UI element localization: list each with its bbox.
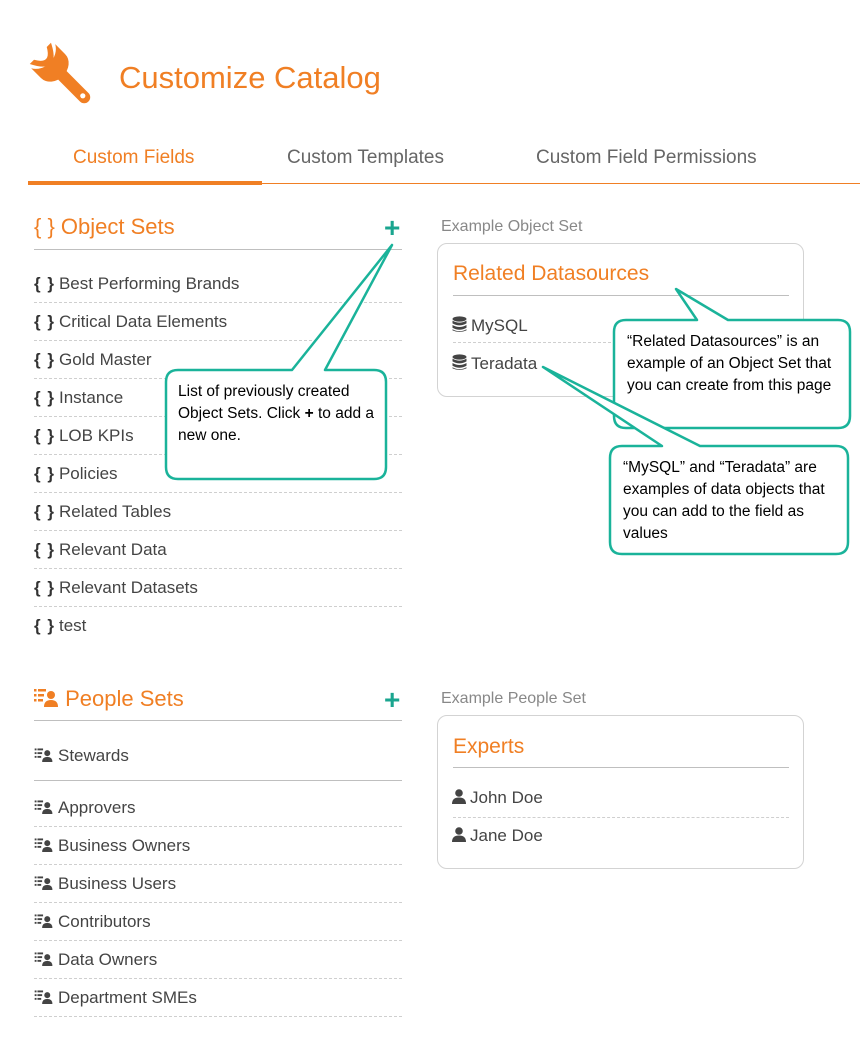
people-list-icon: [34, 952, 53, 966]
list-item-label: Data Owners: [58, 950, 158, 969]
card-item-label: John Doe: [470, 788, 543, 807]
list-item[interactable]: Business Users: [34, 865, 402, 903]
people-list-icon: [34, 838, 53, 852]
example-people-set-title: Experts: [453, 735, 525, 758]
example-people-set-card: Experts John Doe Jane Doe: [437, 715, 804, 869]
list-item-label: Approvers: [58, 798, 136, 817]
people-sets-default-divider: [34, 780, 402, 781]
list-item[interactable]: Approvers: [34, 789, 402, 827]
object-sets-callout-plus: +: [304, 405, 314, 422]
list-item[interactable]: Data Owners: [34, 941, 402, 979]
card-divider: [453, 767, 789, 768]
mysql-teradata-callout: “MySQL” and “Teradata” are examples of d…: [623, 459, 825, 542]
card-item[interactable]: Jane Doe: [452, 826, 543, 846]
people-list-icon: [34, 689, 58, 707]
people-sets-title-label: People Sets: [65, 686, 184, 711]
card-item-divider: [453, 817, 789, 818]
user-icon: [452, 789, 466, 804]
people-list-icon: [34, 748, 53, 762]
list-item[interactable]: Department SMEs: [34, 979, 402, 1017]
card-item[interactable]: John Doe: [452, 788, 543, 808]
people-sets-title: People Sets: [34, 686, 184, 712]
default-people-set-item[interactable]: Stewards: [34, 737, 402, 775]
people-sets-list: Approvers Business Owners Business Users…: [34, 789, 402, 1017]
people-list-icon: [34, 914, 53, 928]
list-item-label: Business Users: [58, 874, 177, 893]
list-item[interactable]: Business Owners: [34, 827, 402, 865]
example-people-set-label: Example People Set: [441, 690, 586, 707]
list-item-label: Contributors: [58, 912, 151, 931]
related-datasources-callout: “Related Datasources” is an example of a…: [627, 333, 832, 394]
people-sets-divider: [34, 720, 402, 721]
list-item[interactable]: Contributors: [34, 903, 402, 941]
add-people-set-button[interactable]: +: [384, 686, 400, 714]
list-item-label: Stewards: [58, 746, 129, 765]
card-item-label: Jane Doe: [470, 826, 543, 845]
user-icon: [452, 827, 466, 842]
list-item-label: Business Owners: [58, 836, 191, 855]
object-sets-callout: List of previously created Object Sets. …: [178, 381, 378, 447]
people-list-icon: [34, 990, 53, 1004]
people-list-icon: [34, 800, 53, 814]
people-list-icon: [34, 876, 53, 890]
list-item-label: Department SMEs: [58, 988, 197, 1007]
